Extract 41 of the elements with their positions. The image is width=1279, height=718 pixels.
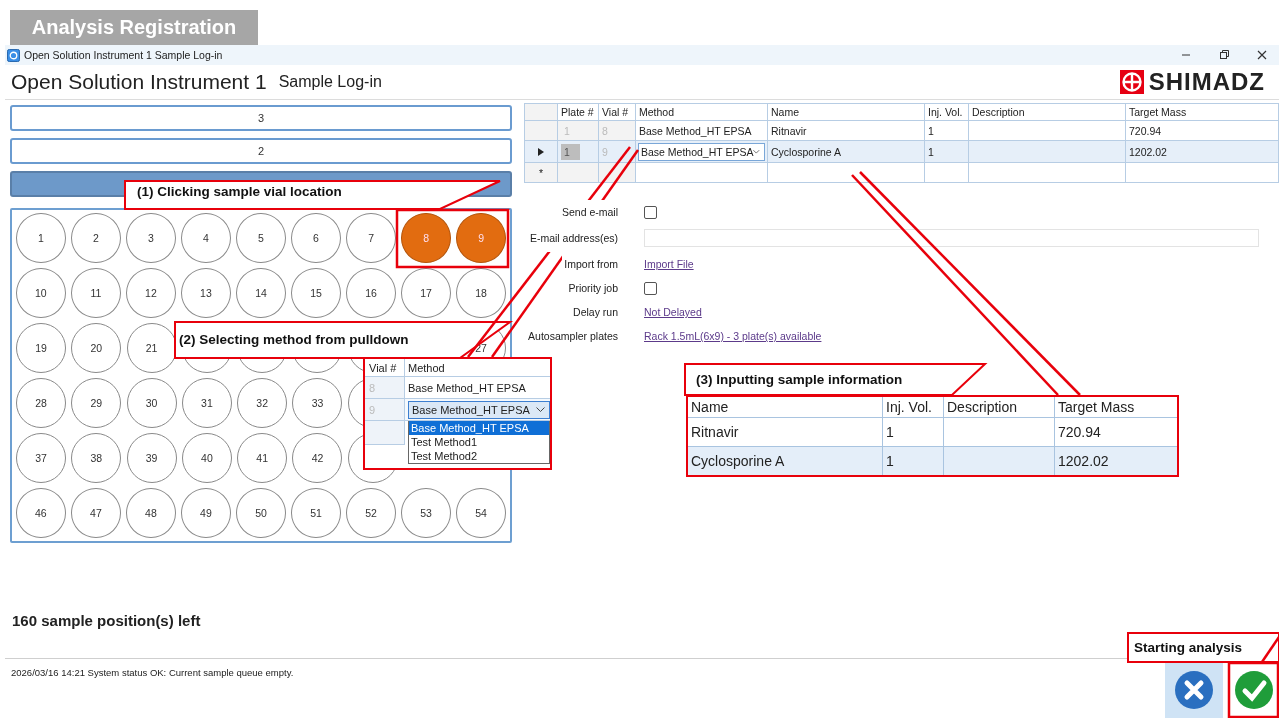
column-header: Method: [635, 103, 768, 121]
table-cell: Base Method_HT EPSA: [635, 120, 768, 141]
table-cell: Ritnavir: [767, 120, 925, 141]
new-row-marker: *: [524, 162, 558, 183]
column-header: Vial #: [598, 103, 636, 121]
slide-banner: Analysis Registration: [10, 10, 258, 45]
column-header: Target Mass: [1125, 103, 1279, 121]
table-cell: 1202.02: [1054, 446, 1178, 476]
field-label: Send e-mail: [559, 200, 620, 224]
callout-text: Starting analysis: [1134, 640, 1244, 655]
column-header: Method: [407, 360, 446, 376]
table-cell: 8: [365, 377, 405, 398]
table-cell: 1202.02: [1125, 140, 1279, 163]
table-cell: 1: [882, 417, 944, 447]
table-cell: Cyclosporine A: [687, 446, 883, 476]
positions-left-text: 160 sample position(s) left: [12, 612, 202, 629]
table-cell-text: Base Method_HT EPSA: [407, 380, 527, 396]
callout-text: (1) Clicking sample vial location: [137, 184, 343, 199]
column-header: Name: [767, 103, 925, 121]
column-header: Name: [687, 396, 883, 418]
column-header: Description: [943, 396, 1055, 418]
column-header: Description: [968, 103, 1126, 121]
callout-text: (2) Selecting method from pulldown: [179, 332, 410, 347]
table-cell: 9: [365, 399, 405, 420]
table-cell: Cyclosporine A: [767, 140, 925, 163]
logo-text: SHIMADZ: [1148, 68, 1265, 96]
page-subtitle: Sample Log-in: [278, 73, 382, 91]
table-cell: 720.94: [1125, 120, 1279, 141]
table-cell: 1: [561, 143, 580, 160]
callout-text: (3) Inputting sample information: [696, 372, 904, 387]
field-label: E-mail address(es): [527, 224, 620, 252]
window-title: Open Solution Instrument 1 Sample Log-in: [24, 49, 223, 61]
table-cell: 1: [924, 120, 969, 141]
column-header: Vial #: [365, 359, 405, 376]
table-cell: Ritnavir: [687, 417, 883, 447]
status-text: 2026/03/16 14:21 System status OK: Current sample queue empty.: [11, 667, 294, 678]
column-header: Inj. Vol.: [882, 396, 944, 418]
column-header: Inj. Vol.: [924, 103, 969, 121]
app-title: Open Solution Instrument 1: [11, 70, 267, 94]
table-cell: 1: [882, 446, 944, 476]
column-header: Plate #: [557, 103, 599, 121]
